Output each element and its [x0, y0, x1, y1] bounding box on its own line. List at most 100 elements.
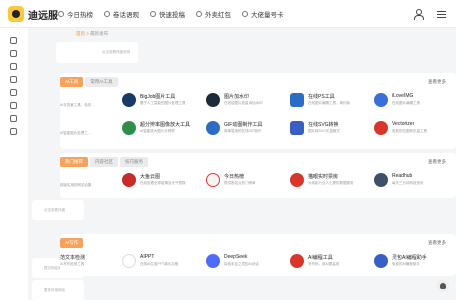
tool-card-title: GIF动图制作工具 [224, 122, 263, 128]
tool-card[interactable]: AIPPT 在线AI生成PPT演示文稿 [122, 252, 202, 274]
sidebar-settings-icon[interactable] [10, 76, 17, 83]
tool-card-desc: AI写作检测工具 [60, 262, 85, 266]
sidebar-hot-icon[interactable] [10, 63, 17, 70]
tool-card[interactable]: BigJob图片工具 基于人工智能的图片处理工具 [122, 91, 202, 113]
tool-card-title: iLoveIMG [392, 93, 414, 99]
view-more-link[interactable]: 查看更多 [428, 240, 446, 246]
tool-card-desc: 免费的位图转矢量工具 [392, 129, 427, 133]
info-card[interactable]: 更多好用网站 [32, 280, 84, 300]
tool-card[interactable]: 超分辨率图像放大工具 AI智能放大图片分辨率 [122, 119, 202, 141]
tool-card-desc: 在线查看全球疫情及天气预报 [140, 181, 186, 185]
sidebar [0, 28, 28, 300]
scroll-to-top-button[interactable] [437, 280, 449, 292]
vectorizer-icon [374, 121, 388, 135]
section-hot-picks: 热门推荐 内容社区 技巧服务 查看更多 超级实用的网站合集 大鱼云图 在线查看全… [60, 153, 456, 198]
tab-services[interactable]: 技巧服务 [120, 157, 148, 167]
sidebar-edit-icon[interactable] [10, 102, 17, 109]
tool-card[interactable]: DeepSeek 探索未至之境的AI对话 [206, 252, 286, 274]
iloveimg-icon [374, 93, 388, 107]
tool-card-desc: 在线图片编辑工具 [392, 101, 420, 105]
bigjob-icon [122, 93, 136, 107]
menu-icon[interactable] [437, 10, 446, 19]
card-icon [242, 11, 248, 17]
tab-ai-writing[interactable]: AI写作 [60, 238, 84, 248]
tool-card[interactable]: 猫眼实时票房 为电影行业人士提供数据服务 [290, 171, 370, 193]
deepseek-icon [206, 254, 220, 268]
chat-icon [104, 11, 110, 17]
tab-hot-picks[interactable]: 热门推荐 [60, 157, 88, 167]
info-card[interactable]: 点击查看详细 [32, 200, 84, 220]
user-icon[interactable] [413, 9, 424, 20]
tab-community[interactable]: 内容社区 [90, 157, 118, 167]
gif-icon [206, 121, 220, 135]
tool-card-title: 灵包AI编程助手 [392, 255, 427, 261]
tool-card-desc: 每天三分钟科技资讯 [392, 181, 424, 185]
watermark-icon [206, 93, 220, 107]
nav-label: 大佬量号卡 [251, 12, 284, 19]
tool-card-title: 在线SVG转换 [308, 122, 339, 128]
tool-card[interactable]: iLoveIMG 在线图片编辑工具 [374, 91, 454, 113]
tool-card-desc: 探索未至之境的AI对话 [224, 262, 259, 266]
sidebar-link-icon[interactable] [10, 128, 17, 135]
tool-card[interactable]: 在线SVG转换 图片转SVG矢量格式 [290, 119, 370, 141]
tomato-icon [122, 173, 136, 187]
tool-card-desc: 简单易用的在线GIF制作 [224, 129, 262, 133]
breadcrumb: 首页 > 最新发布 [76, 31, 108, 37]
tool-card[interactable]: Readhub 每天三分钟科技资讯 [374, 171, 454, 193]
section-ai-tools: AI工具 常用AI工具 查看更多 AI去背景工具，免安... BigJob图片工… [60, 73, 456, 149]
tab-ai-tools[interactable]: AI工具 [60, 77, 84, 87]
tool-card-desc: 为电影行业人士提供数据服务 [308, 181, 354, 185]
tool-card-desc: 在线给图片批量添加水印 [224, 101, 263, 105]
send-icon [150, 11, 156, 17]
tool-card-title: 范文本检测 [60, 255, 86, 261]
top-right-actions [413, 0, 456, 28]
tab-common-ai-tools[interactable]: 常用AI工具 [85, 77, 118, 87]
tool-card[interactable]: 图片加水印 在线给图片批量添加水印 [206, 91, 286, 113]
nav-item-topics[interactable]: 卷话语观 [104, 9, 139, 19]
gift-icon [196, 11, 202, 17]
tool-card-desc: AI智能放大图片分辨率 [140, 129, 175, 133]
tool-card-title: Vectorizer [392, 121, 415, 127]
tool-card-title: Readhub [392, 173, 413, 179]
tool-card-desc: AI去背景工具，免安... [60, 103, 95, 107]
nav-item-simcard[interactable]: 大佬量号卡 [242, 9, 284, 19]
nav-item-hot[interactable]: 今日热榜 [58, 9, 93, 19]
section-tabs: 热门推荐 内容社区 技巧服务 [60, 157, 150, 167]
view-more-link[interactable]: 查看更多 [428, 79, 446, 85]
nav-item-submit[interactable]: 快速投稿 [150, 9, 185, 19]
breadcrumb-home[interactable]: 首页 [76, 31, 85, 36]
tool-card[interactable]: 在线PS工具 在线图片编辑工具，简约版 [290, 91, 370, 113]
view-more-link[interactable]: 查看更多 [428, 159, 446, 165]
tool-card[interactable]: 灵包AI编程助手 免费的AI编程助手 [374, 252, 454, 274]
tool-card[interactable]: AI编程工具 写代码，用AI更高效 [290, 252, 370, 274]
breadcrumb-current: 最新发布 [90, 31, 109, 36]
tool-card-title: 猫眼实时票房 [308, 174, 339, 180]
tool-card[interactable]: GIF动图制作工具 简单易用的在线GIF制作 [206, 119, 286, 141]
nav-label: 外卖红包 [205, 12, 231, 19]
logo-icon [8, 6, 24, 22]
nav-label: 卷话语观 [113, 12, 139, 19]
tool-card[interactable]: Vectorizer 免费的位图转矢量工具 [374, 119, 454, 141]
tool-card[interactable]: 今日热榜 提供各站点热门榜单 [206, 171, 286, 193]
tool-card[interactable]: 大鱼云图 在线查看全球疫情及天气预报 [122, 171, 202, 193]
readhub-icon [374, 173, 388, 187]
tool-card-desc: 在线AI生成PPT演示文稿 [140, 262, 179, 266]
info-card-text: 点击查看详细 [44, 208, 65, 212]
sidebar-home-icon[interactable] [10, 37, 17, 44]
tool-card-title: BigJob图片工具 [140, 94, 176, 100]
nav-label: 快速投稿 [159, 12, 185, 19]
sidebar-ai-icon[interactable] [10, 50, 17, 57]
sidebar-folder-icon[interactable] [10, 89, 17, 96]
tool-card-title: 超分辨率图像放大工具 [140, 122, 191, 128]
flame-icon [58, 11, 64, 17]
sidebar-tool-icon[interactable] [10, 115, 17, 122]
tool-card-desc: 免费的AI编程助手 [392, 262, 420, 266]
upscale-icon [122, 121, 136, 135]
coding-icon [374, 254, 388, 268]
aippt-icon [122, 254, 136, 268]
nav-item-coupon[interactable]: 外卖红包 [196, 9, 231, 19]
site-logo[interactable]: 迪远服 [8, 6, 58, 22]
tool-card-desc: 图片转SVG矢量格式 [308, 129, 340, 133]
notice-card[interactable]: 点击查看详细说明 [56, 42, 138, 63]
tool-card-desc: 写代码，用AI更高效 [308, 262, 340, 266]
